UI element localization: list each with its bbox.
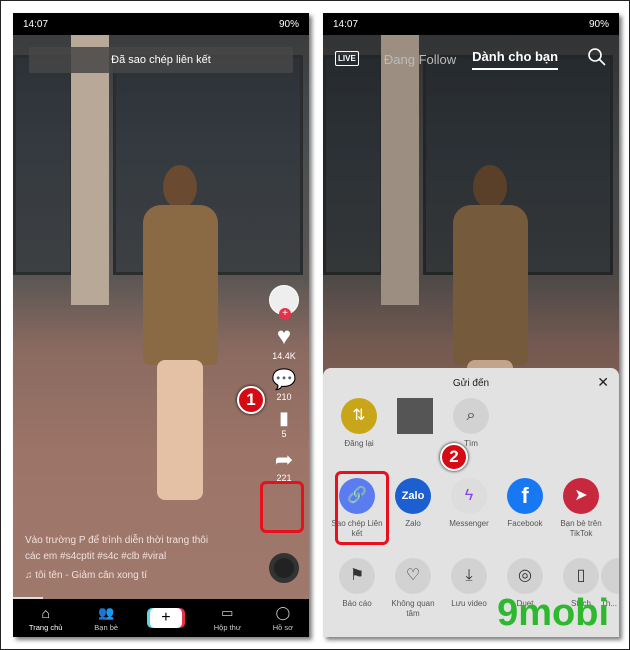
step-1-badge: 1: [237, 386, 265, 414]
label: Báo cáo: [342, 599, 372, 608]
send-icon: ➤: [563, 478, 599, 514]
stitch-icon: ▯: [563, 558, 599, 594]
music-label[interactable]: ♫ tôi tên - Giảm cân xong tí: [25, 570, 147, 581]
battery: 90%: [588, 18, 609, 30]
label: Messenger: [449, 519, 489, 528]
right-phone-screen: 14:07 90% LIVE Đang Follow Dành cho bạn G…: [323, 13, 619, 637]
blurred-avatar: [397, 398, 433, 434]
nav-label: Hồ sơ: [272, 622, 294, 632]
nav-label: Bạn bè: [94, 622, 119, 632]
copied-toast: Đã sao chép liên kết: [29, 47, 293, 73]
nav-create[interactable]: +: [149, 608, 182, 628]
nav-friends[interactable]: 👥 Bạn bè: [94, 605, 118, 632]
person: [133, 165, 223, 545]
search-icon: ⌕: [453, 398, 489, 434]
bg: [381, 35, 419, 305]
messenger-button[interactable]: ϟ Messenger: [441, 478, 497, 539]
battery: 90%: [278, 18, 299, 30]
home-icon: ⌂: [41, 604, 50, 621]
status-bar: 14:07 90%: [13, 13, 309, 35]
nav-inbox[interactable]: ▭ Hộp thư: [214, 605, 241, 632]
flag-icon: ⚑: [339, 558, 375, 594]
tab-following[interactable]: Đang Follow: [384, 52, 456, 67]
report-button[interactable]: ⚑ Báo cáo: [329, 558, 385, 619]
sheet-title: Gửi đến: [452, 378, 490, 389]
tiktok-friends-button[interactable]: ➤ Bạn bè trên TikTok: [553, 478, 609, 539]
creator-avatar[interactable]: +: [269, 285, 299, 320]
label: Lưu video: [451, 599, 487, 608]
duet-icon: ◎: [507, 558, 543, 594]
left-phone-screen: 14:07 90% Đã sao chép liên kết + ♥ 14.4K 💬…: [13, 13, 309, 637]
create-button[interactable]: +: [149, 608, 182, 628]
facebook-button[interactable]: f Facebook: [497, 478, 553, 539]
time: 14:07: [333, 18, 359, 30]
status-bar: 14:07 90%: [323, 13, 619, 35]
messenger-icon: ϟ: [451, 478, 487, 514]
label: Tìm: [464, 439, 478, 448]
download-icon: ⤓: [451, 558, 487, 594]
nav-profile[interactable]: ◯ Hồ sơ: [273, 605, 293, 632]
zalo-button[interactable]: Zalo Zalo: [385, 478, 441, 539]
bg: [13, 55, 73, 275]
label: Facebook: [507, 519, 543, 528]
action-rail: + ♥ 14.4K 💬 210 ▮ 5 ➦ 221: [267, 285, 301, 483]
bookmark-icon[interactable]: ▮: [279, 408, 289, 429]
watermark-logo: 9mobi: [497, 592, 609, 634]
nav-home[interactable]: ⌂ Trang chủ: [29, 605, 63, 632]
comment-icon[interactable]: 💬: [272, 367, 297, 392]
nav-label: Trang chủ: [28, 622, 63, 632]
more-action-icon: [601, 558, 619, 594]
close-icon[interactable]: ✕: [597, 374, 609, 391]
step-2-badge: 2: [440, 443, 468, 471]
share-highlight: [260, 481, 304, 533]
zalo-icon: Zalo: [395, 478, 431, 514]
like-count: 14.4K: [272, 351, 296, 361]
share-icon[interactable]: ➦: [275, 447, 293, 473]
search-contacts-button[interactable]: ⌕ Tìm: [443, 398, 499, 449]
save-video-button[interactable]: ⤓ Lưu video: [441, 558, 497, 619]
bottom-nav: ⌂ Trang chủ 👥 Bạn bè + ▭ Hộp thư ◯ Hồ sơ: [13, 599, 309, 637]
repost-button[interactable]: ⇅ Đăng lại: [331, 398, 387, 449]
profile-icon: ◯: [275, 604, 291, 620]
follow-plus-icon[interactable]: +: [279, 308, 291, 320]
bg: [71, 35, 109, 305]
contacts-row: ⇅ Đăng lại ⌕ Tìm: [331, 398, 619, 449]
heart-icon[interactable]: ♥: [277, 323, 291, 351]
comment-count: 210: [276, 392, 292, 402]
broken-heart-icon: ♡: [395, 558, 431, 594]
facebook-icon: f: [507, 478, 543, 514]
copy-link-highlight: [335, 471, 389, 545]
tab-for-you[interactable]: Dành cho bạn: [472, 49, 559, 70]
label: Bạn bè trên TikTok: [560, 519, 602, 538]
music-disc[interactable]: [269, 553, 299, 583]
inbox-icon: ▭: [221, 604, 234, 620]
nav-label: Hộp thư: [213, 622, 241, 632]
search-icon[interactable]: [587, 47, 607, 67]
friends-icon: 👥: [98, 604, 115, 620]
video-caption: Vào trường P để trình diễn thời trang th…: [25, 535, 209, 562]
feed-tabs: Đang Follow Dành cho bạn: [323, 49, 619, 70]
label: Zalo: [405, 519, 421, 528]
not-interested-button[interactable]: ♡ Không quan tâm: [385, 558, 441, 619]
label: Không quan tâm: [391, 599, 435, 618]
repost-icon: ⇅: [341, 398, 377, 434]
save-count: 5: [281, 429, 287, 439]
label: Đăng lại: [344, 439, 374, 448]
bg: [323, 55, 383, 275]
contact-avatar[interactable]: [387, 398, 443, 449]
time: 14:07: [23, 18, 49, 30]
